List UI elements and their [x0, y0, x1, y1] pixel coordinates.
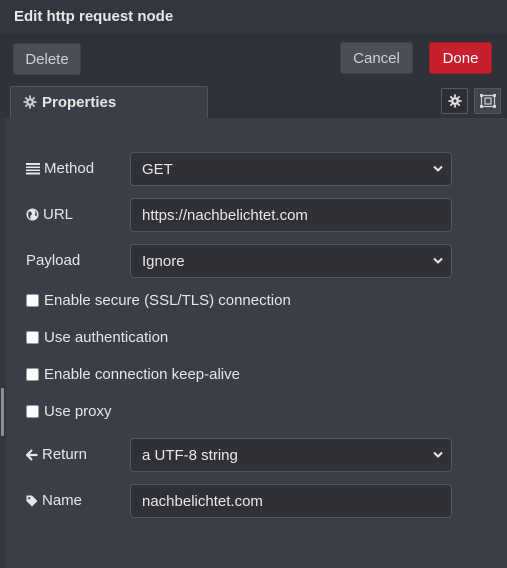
gear-icon	[23, 95, 37, 109]
return-label-wrap: Return	[26, 446, 87, 463]
proxy-option[interactable]: Use proxy	[26, 403, 112, 420]
gear-icon	[447, 94, 462, 108]
chevron-down-icon	[433, 165, 443, 172]
auth-row: Use authentication	[26, 329, 466, 347]
node-settings-button[interactable]	[441, 88, 468, 114]
tag-icon	[26, 495, 38, 506]
arrow-left-icon	[26, 448, 38, 461]
keepalive-row: Enable connection keep-alive	[26, 366, 466, 384]
tab-properties[interactable]: Properties	[10, 86, 208, 118]
method-row: Method GET	[26, 152, 466, 186]
tab-properties-label: Properties	[42, 94, 117, 111]
left-gutter	[0, 118, 6, 568]
payload-value: Ignore	[142, 252, 185, 270]
keepalive-checkbox[interactable]	[26, 368, 39, 381]
auth-checkbox[interactable]	[26, 331, 39, 344]
resize-handle[interactable]	[1, 388, 4, 436]
ssl-option[interactable]: Enable secure (SSL/TLS) connection	[26, 292, 291, 309]
done-button[interactable]: Done	[429, 42, 492, 74]
method-value: GET	[142, 160, 173, 178]
globe-icon	[26, 208, 39, 221]
method-label-wrap: Method	[26, 160, 94, 177]
delete-button[interactable]: Delete	[13, 43, 81, 75]
return-row: Return a UTF-8 string	[26, 438, 466, 472]
list-icon	[26, 162, 40, 174]
return-value: a UTF-8 string	[142, 446, 238, 464]
tray-toolbar: Delete Cancel Done	[0, 34, 507, 83]
return-label: Return	[42, 446, 88, 463]
method-label: Method	[44, 160, 95, 177]
ssl-checkbox[interactable]	[26, 294, 39, 307]
name-row: Name nachbelichtet.com	[26, 484, 466, 518]
chevron-down-icon	[433, 451, 443, 458]
cancel-button[interactable]: Cancel	[340, 42, 413, 74]
node-appearance-button[interactable]	[474, 88, 501, 114]
return-select[interactable]: a UTF-8 string	[130, 438, 452, 472]
tray-header: Edit http request node	[0, 0, 507, 34]
chevron-down-icon	[433, 257, 443, 264]
proxy-checkbox[interactable]	[26, 405, 39, 418]
keepalive-label: Enable connection keep-alive	[44, 366, 240, 383]
tab-bar: Properties	[0, 82, 507, 118]
auth-option[interactable]: Use authentication	[26, 329, 168, 346]
keepalive-option[interactable]: Enable connection keep-alive	[26, 366, 240, 383]
url-label: URL	[43, 206, 74, 223]
ssl-label: Enable secure (SSL/TLS) connection	[44, 292, 291, 309]
payload-select[interactable]: Ignore	[130, 244, 452, 278]
url-input[interactable]: https://nachbelichtet.com	[130, 198, 452, 232]
payload-row: Payload Ignore	[26, 244, 466, 278]
proxy-label: Use proxy	[44, 403, 112, 420]
tray-title: Edit http request node	[14, 8, 174, 25]
object-group-icon	[479, 94, 496, 108]
name-label-wrap: Name	[26, 492, 82, 509]
url-label-wrap: URL	[26, 206, 73, 223]
url-row: URL https://nachbelichtet.com	[26, 198, 466, 232]
proxy-row: Use proxy	[26, 403, 466, 421]
payload-label: Payload	[26, 252, 81, 269]
auth-label: Use authentication	[44, 329, 169, 346]
ssl-row: Enable secure (SSL/TLS) connection	[26, 292, 466, 310]
method-select[interactable]: GET	[130, 152, 452, 186]
name-label: Name	[42, 492, 83, 509]
name-input[interactable]: nachbelichtet.com	[130, 484, 452, 518]
